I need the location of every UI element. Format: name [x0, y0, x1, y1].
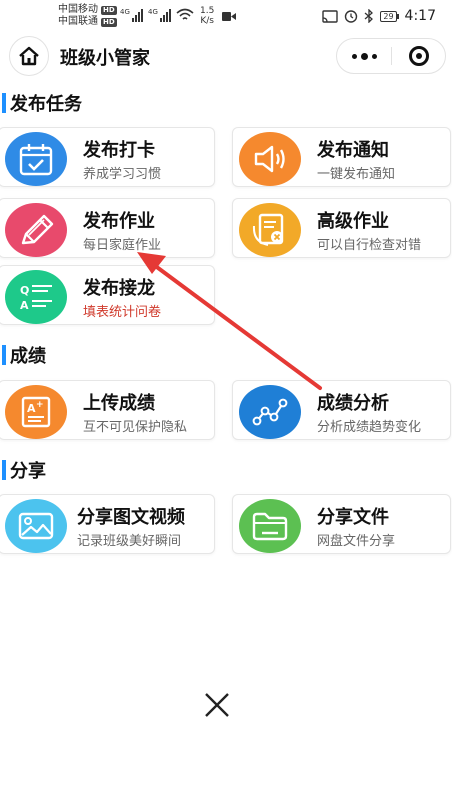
- hd-badge: HD: [101, 5, 117, 15]
- card-subtitle: 可以自行检查对错: [317, 238, 422, 253]
- card-title: 高级作业: [317, 211, 389, 232]
- card-share-media[interactable]: 分享图文视频 记录班级美好瞬间: [0, 494, 215, 554]
- carrier-2: 中国联通: [58, 16, 98, 27]
- card-title: 发布接龙: [83, 278, 155, 299]
- speaker-icon: [239, 132, 301, 186]
- hd-badge: HD: [101, 17, 117, 27]
- card-publish-relay[interactable]: Q A 发布接龙 填表统计问卷: [0, 265, 215, 325]
- svg-text:A: A: [20, 299, 29, 312]
- card-title: 发布打卡: [83, 140, 155, 161]
- card-subtitle: 一键发布通知: [317, 167, 396, 182]
- battery-icon: 29: [380, 10, 399, 22]
- more-button[interactable]: [337, 39, 391, 73]
- cast-icon: [322, 9, 339, 23]
- document-check-icon: [239, 203, 301, 257]
- card-subtitle: 填表统计问卷: [83, 305, 162, 320]
- video-camera-icon: [222, 12, 236, 21]
- card-upload-grades[interactable]: A + 上传成绩 互不可见保护隐私: [0, 380, 215, 440]
- card-publish-homework[interactable]: 发布作业 每日家庭作业: [0, 198, 215, 258]
- card-subtitle: 记录班级美好瞬间: [77, 534, 182, 549]
- close-icon: [205, 693, 229, 717]
- card-title: 分享文件: [317, 507, 389, 528]
- grade-sheet-icon: A +: [5, 385, 67, 439]
- page-title: 班级小管家: [60, 48, 150, 69]
- close-button[interactable]: [198, 686, 236, 724]
- signal-icon: 4G: [148, 8, 171, 22]
- more-dots-icon: [351, 53, 357, 59]
- signal-icon: 4G: [120, 8, 143, 22]
- card-subtitle: 每日家庭作业: [83, 238, 162, 253]
- card-title: 发布通知: [317, 140, 389, 161]
- bluetooth-icon: [364, 9, 374, 23]
- section-title-publish: 发布任务: [2, 91, 82, 115]
- mini-program-header: 班级小管家: [0, 34, 452, 78]
- card-subtitle: 养成学习习惯: [83, 167, 162, 182]
- image-icon: [5, 499, 67, 553]
- card-title: 成绩分析: [317, 393, 389, 414]
- calendar-icon: [5, 132, 67, 186]
- capsule-menu: [336, 38, 446, 74]
- carrier-info: 中国移动 HD 中国联通 HD: [58, 4, 117, 28]
- wifi-icon: [176, 8, 194, 20]
- card-subtitle: 互不可见保护隐私: [83, 420, 188, 435]
- card-advanced-homework[interactable]: 高级作业 可以自行检查对错: [232, 198, 451, 258]
- card-subtitle: 网盘文件分享: [317, 534, 396, 549]
- section-title-share: 分享: [2, 458, 46, 482]
- svg-text:A: A: [27, 402, 36, 415]
- card-publish-notice[interactable]: 发布通知 一键发布通知: [232, 127, 451, 187]
- card-grade-analysis[interactable]: 成绩分析 分析成绩趋势变化: [232, 380, 451, 440]
- card-title: 发布作业: [83, 211, 155, 232]
- section-title-grades: 成绩: [2, 343, 46, 367]
- trend-line-icon: [239, 385, 301, 439]
- qa-list-icon: Q A: [5, 270, 67, 324]
- folder-icon: [239, 499, 301, 553]
- close-miniprogram-button[interactable]: [392, 39, 445, 73]
- carrier-1: 中国移动: [58, 4, 98, 15]
- card-subtitle: 分析成绩趋势变化: [317, 420, 422, 435]
- card-share-file[interactable]: 分享文件 网盘文件分享: [232, 494, 451, 554]
- status-bar: 中国移动 HD 中国联通 HD 4G 4G 1.5 K/s 29 4:17: [0, 0, 452, 34]
- home-button[interactable]: [9, 36, 49, 76]
- home-icon: [19, 46, 39, 66]
- target-circle-icon: [408, 46, 429, 66]
- pencil-icon: [5, 203, 67, 257]
- status-time: 4:17: [404, 8, 436, 24]
- alarm-icon: [345, 10, 358, 23]
- card-title: 上传成绩: [83, 393, 155, 414]
- svg-text:+: +: [36, 400, 44, 410]
- network-speed: 1.5 K/s: [200, 6, 215, 26]
- svg-text:Q: Q: [20, 284, 29, 297]
- card-publish-checkin[interactable]: 发布打卡 养成学习习惯: [0, 127, 215, 187]
- card-title: 分享图文视频: [77, 507, 185, 528]
